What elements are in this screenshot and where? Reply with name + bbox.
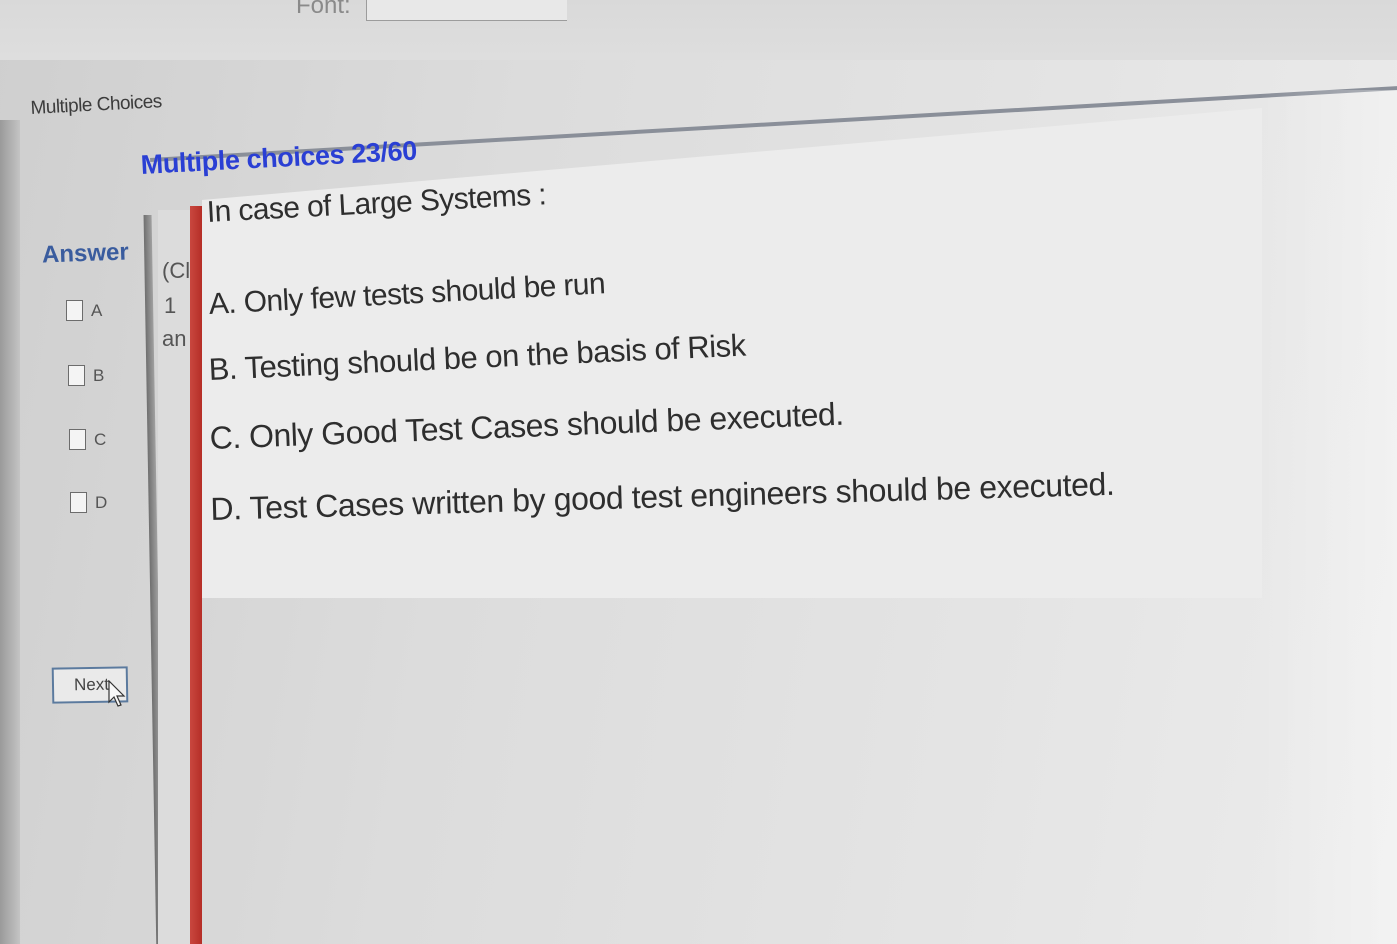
- window-edge: [0, 120, 20, 944]
- answer-option-a[interactable]: A: [66, 300, 102, 321]
- exam-window: Font: Multiple Choices Multiple choices …: [0, 0, 1397, 944]
- option-label-c: C: [94, 429, 107, 449]
- answer-label: Answer: [41, 238, 130, 269]
- option-label-b: B: [93, 365, 105, 385]
- red-divider: [190, 206, 202, 944]
- option-label-a: A: [91, 300, 103, 320]
- checkbox-a[interactable]: [66, 300, 83, 321]
- font-label: Font:: [296, 0, 351, 19]
- panel-title: Multiple choices 23/60: [140, 135, 418, 180]
- side-text-2: 1: [164, 293, 177, 318]
- screen-glare: [1260, 90, 1397, 944]
- side-column: [158, 210, 190, 944]
- checkbox-d[interactable]: [70, 492, 87, 513]
- side-text-3: an: [162, 326, 187, 351]
- side-text-1: (Cl: [162, 258, 191, 283]
- toolbar: Font:: [0, 0, 1397, 60]
- answer-option-d[interactable]: D: [70, 492, 107, 513]
- answer-option-c[interactable]: C: [69, 429, 106, 450]
- mouse-cursor-icon: [108, 679, 126, 713]
- tab-multiple-choices[interactable]: Multiple Choices: [30, 91, 162, 120]
- checkbox-b[interactable]: [68, 365, 85, 386]
- font-field[interactable]: [366, 0, 567, 21]
- option-label-d: D: [95, 492, 108, 512]
- checkbox-c[interactable]: [69, 429, 86, 450]
- answer-option-b[interactable]: B: [68, 365, 104, 386]
